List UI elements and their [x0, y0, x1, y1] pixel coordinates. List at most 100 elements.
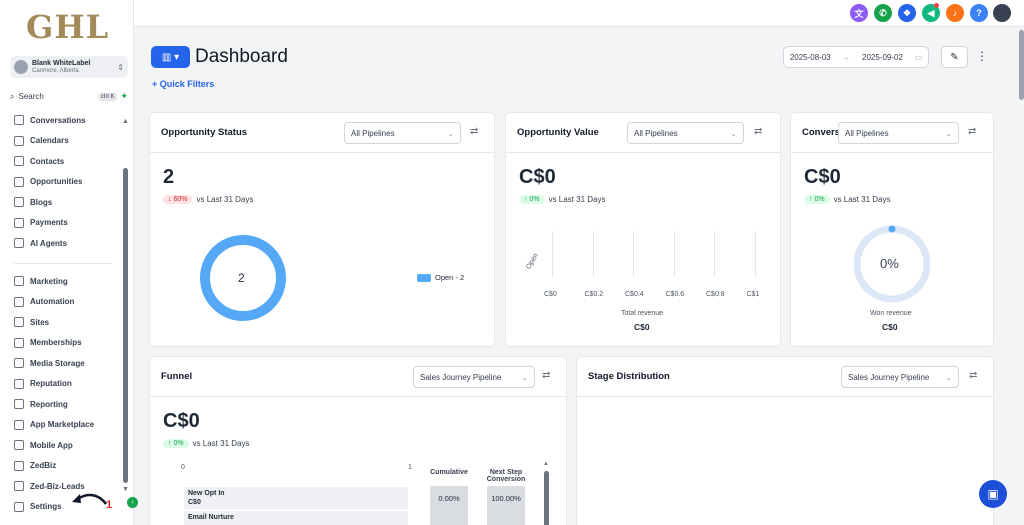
- change-badge: ↓ 60%: [163, 195, 193, 204]
- pipeline-select[interactable]: All Pipelines ⌄: [627, 122, 744, 144]
- bell-icon[interactable]: ♪: [946, 4, 964, 22]
- calendar-icon: [14, 135, 24, 146]
- sidebar-item-zedbiz[interactable]: ZedBiz: [14, 456, 124, 477]
- comparison-label: vs Last 31 Days: [196, 195, 254, 204]
- pipeline-select[interactable]: All Pipelines ⌄: [838, 122, 959, 144]
- sidebar-item-payments[interactable]: Payments: [14, 213, 124, 234]
- edit-dashboard-button[interactable]: ✎: [941, 46, 968, 68]
- search-label: Search: [18, 92, 44, 101]
- sidebar-item-marketing[interactable]: Marketing: [14, 271, 124, 292]
- sidebar-item-blogs[interactable]: Blogs: [14, 192, 124, 213]
- pipeline-select-value: All Pipelines: [845, 128, 889, 138]
- swap-icon[interactable]: ⇄: [470, 126, 478, 137]
- sidebar-item-label: Settings: [30, 502, 62, 512]
- sidebar-item-label: Reputation: [30, 379, 72, 389]
- pipeline-select[interactable]: Sales Journey Pipeline ⌄: [841, 366, 959, 388]
- payments-icon: [14, 217, 24, 228]
- sidebar-scrollbar[interactable]: [123, 168, 128, 483]
- reporting-icon: [14, 399, 24, 410]
- sidebar-item-calendars[interactable]: Calendars: [14, 131, 124, 152]
- apps-icon[interactable]: ❖: [898, 4, 916, 22]
- chart-legend: Open - 2: [417, 273, 464, 282]
- funnel-row[interactable]: Email Nurture: [184, 511, 408, 525]
- funnel-card: Funnel Sales Journey Pipeline ⌄ ⇄ C$0 ↑ 0…: [149, 356, 567, 525]
- sidebar-item-contacts[interactable]: Contacts: [14, 151, 124, 172]
- caption-value: C$0: [634, 322, 650, 332]
- pipeline-select-value: All Pipelines: [634, 128, 678, 138]
- sidebar-item-mobile-app[interactable]: Mobile App: [14, 435, 124, 456]
- swap-icon[interactable]: ⇄: [754, 126, 762, 137]
- sidebar-item-reputation[interactable]: Reputation: [14, 374, 124, 395]
- chevron-down-icon: ⌄: [521, 372, 528, 382]
- chart-gridline: [592, 231, 594, 277]
- sidebar-item-label: Zed-Biz-Leads: [30, 481, 85, 491]
- more-options-icon[interactable]: ⋮: [976, 49, 988, 63]
- sidebar-item-label: Memberships: [30, 338, 82, 348]
- next-step-cell: [487, 510, 525, 525]
- swap-icon[interactable]: ⇄: [542, 370, 550, 381]
- mobile-icon: [14, 440, 24, 451]
- zedbiz-icon: [14, 460, 24, 471]
- funnel-scrollbar[interactable]: [544, 471, 549, 525]
- sidebar-item-app-marketplace[interactable]: App Marketplace: [14, 415, 124, 436]
- column-cumulative: Cumulative: [430, 469, 468, 476]
- sidebar-item-automation[interactable]: Automation: [14, 292, 124, 313]
- sidebar-item-reporting[interactable]: Reporting: [14, 394, 124, 415]
- chevron-down-icon: ⌄: [945, 128, 952, 138]
- apps-icon: [14, 419, 24, 430]
- page-title: Dashboard: [195, 46, 288, 67]
- page-scrollbar[interactable]: [1019, 30, 1024, 100]
- chat-widget-button[interactable]: ▣: [979, 480, 1007, 508]
- sidebar-item-ai-agents[interactable]: AI Agents: [14, 233, 124, 254]
- account-switcher[interactable]: Blank WhiteLabel Canmore, Alberta ⇕: [10, 56, 128, 78]
- sidebar-item-label: App Marketplace: [30, 420, 95, 430]
- sidebar-item-media-storage[interactable]: Media Storage: [14, 353, 124, 374]
- x-tick-label: C$1: [746, 291, 760, 298]
- comparison-row: ↑ 0% vs Last 31 Days: [163, 439, 249, 448]
- sidebar-search[interactable]: ⌕ Search ctrl K ✦: [10, 89, 128, 104]
- pipeline-select[interactable]: All Pipelines ⌄: [344, 122, 461, 144]
- swap-icon[interactable]: ⇄: [968, 126, 976, 137]
- quick-add-icon[interactable]: ✦: [120, 91, 128, 102]
- top-bar: 文 ✆ ❖ ◀ ♪?: [134, 0, 1024, 27]
- collapse-sidebar-button[interactable]: ‹: [127, 497, 138, 508]
- chart-caption: Total revenue: [621, 310, 664, 317]
- comparison-row: ↑ 0% vs Last 31 Days: [519, 195, 605, 204]
- chart-gridline: [552, 231, 553, 277]
- metric-value: 2: [163, 166, 175, 188]
- stage-distribution-card: Stage Distribution Sales Journey Pipelin…: [576, 356, 994, 525]
- date-range-picker[interactable]: 2025-08-03 → 2025-09-02 ▭: [783, 46, 929, 68]
- brand-logo[interactable]: GHL: [26, 8, 109, 46]
- opportunities-icon: [14, 176, 24, 187]
- swap-icon[interactable]: ⇄: [969, 370, 977, 381]
- funnel-stage-label: New Opt In: [188, 490, 225, 497]
- funnel-stage-label: Email Nurture: [188, 514, 234, 521]
- help-icon[interactable]: ?: [970, 4, 988, 22]
- phone-icon[interactable]: ✆: [874, 4, 892, 22]
- translate-icon[interactable]: 文: [850, 4, 868, 22]
- cumulative-cell: 0.00%: [430, 486, 468, 510]
- card-title: Opportunity Value: [517, 127, 599, 138]
- chart-caption: Won revenue: [870, 310, 912, 317]
- funnel-row[interactable]: New Opt In C$0: [184, 487, 408, 509]
- sidebar-item-sites[interactable]: Sites: [14, 312, 124, 333]
- chart-gridline: [754, 231, 756, 277]
- sidebar-item-label: Mobile App: [30, 440, 73, 450]
- scroll-up-icon[interactable]: ▲: [543, 461, 549, 467]
- comparison-label: vs Last 31 Days: [833, 195, 891, 204]
- comparison-row: ↑ 0% vs Last 31 Days: [804, 195, 890, 204]
- scroll-down-icon[interactable]: ▼: [122, 486, 129, 493]
- user-avatar[interactable]: [993, 4, 1011, 22]
- funnel-axis-min: 0: [181, 464, 185, 471]
- sidebar-item-memberships[interactable]: Memberships: [14, 333, 124, 354]
- legend-label: Open - 2: [435, 273, 465, 282]
- dashboard-switcher-button[interactable]: ▥ ▾: [151, 46, 190, 68]
- sidebar-item-opportunities[interactable]: Opportunities: [14, 172, 124, 193]
- quick-filters-link[interactable]: + Quick Filters: [152, 79, 214, 89]
- funnel-stage-value: C$0: [188, 499, 201, 506]
- sidebar-item-conversations[interactable]: Conversations: [14, 110, 124, 131]
- card-header: Funnel Sales Journey Pipeline ⌄ ⇄: [150, 357, 566, 397]
- memberships-icon: [14, 337, 24, 348]
- pipeline-select[interactable]: Sales Journey Pipeline ⌄: [413, 366, 535, 388]
- chart-gridline: [673, 231, 675, 277]
